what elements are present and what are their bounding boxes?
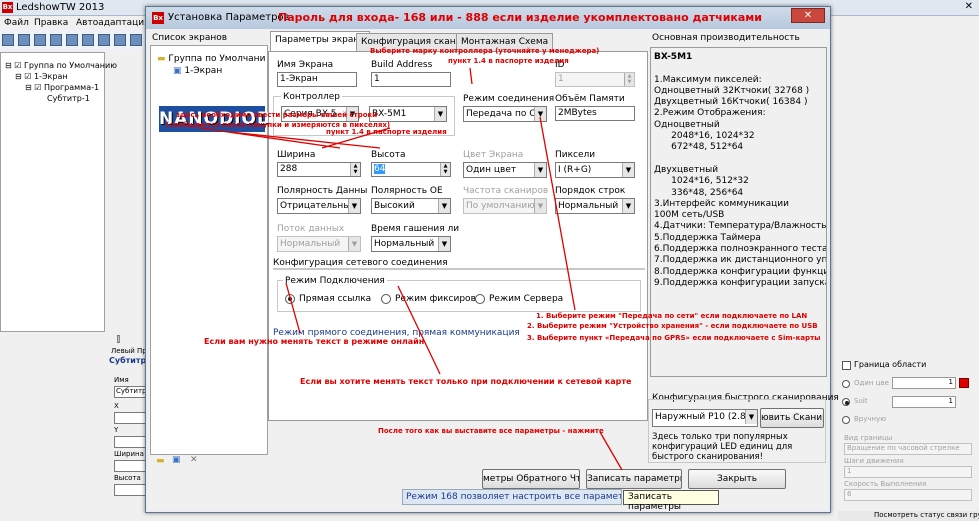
- arrow-fixed: [397, 285, 441, 375]
- arrow-direct: [285, 282, 301, 334]
- arrow-write: [599, 431, 623, 471]
- arrow-height-2: [229, 131, 381, 149]
- arrow-height: [199, 127, 341, 149]
- arrow-conn-mode: [539, 116, 576, 311]
- annotation-arrows: [199, 67, 623, 471]
- arrow-controller: [469, 67, 473, 85]
